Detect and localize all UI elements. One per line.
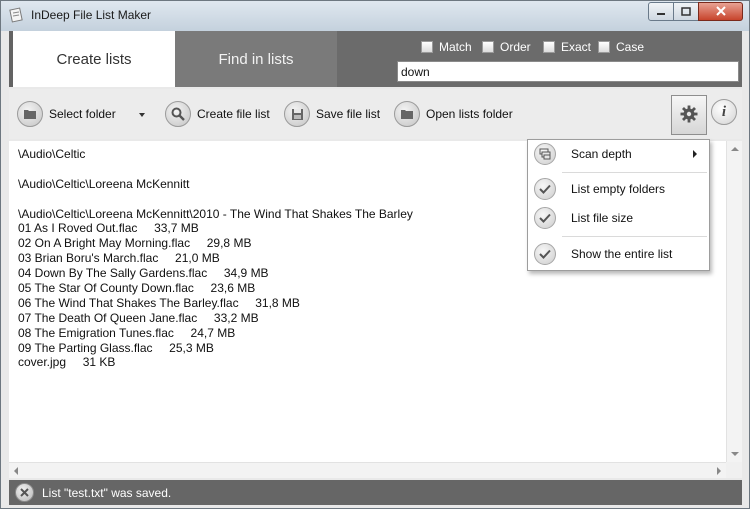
list-line: 06 The Wind That Shakes The Barley.flac … xyxy=(18,295,300,310)
horizontal-scrollbar[interactable] xyxy=(9,462,726,478)
title-bar[interactable]: InDeep File List Maker xyxy=(1,1,749,31)
maximize-button[interactable] xyxy=(673,2,699,21)
menu-separator xyxy=(562,236,707,237)
search-input[interactable] xyxy=(397,61,739,82)
info-icon: i xyxy=(721,103,727,120)
info-button[interactable]: i xyxy=(711,99,737,125)
menu-item-show-entire-list[interactable]: Show the entire list xyxy=(528,240,709,268)
list-empty-folders-label: List empty folders xyxy=(571,182,666,196)
list-line: cover.jpg 31 KB xyxy=(18,355,116,370)
scrollbar-corner xyxy=(726,462,742,478)
folder-icon xyxy=(17,101,43,127)
open-lists-folder-label: Open lists folder xyxy=(426,107,513,121)
list-line: 07 The Death Of Queen Jane.flac 33,2 MB xyxy=(18,310,259,325)
settings-button[interactable] xyxy=(671,95,707,135)
close-button[interactable] xyxy=(698,2,743,21)
match-label: Match xyxy=(439,40,472,54)
tab-create-lists[interactable]: Create lists xyxy=(13,31,175,87)
folder-open-icon xyxy=(394,101,420,127)
close-icon xyxy=(715,5,726,19)
minimize-button[interactable] xyxy=(648,2,674,21)
show-entire-list-label: Show the entire list xyxy=(571,247,673,261)
select-folder-label: Select folder xyxy=(49,107,116,121)
match-checkbox[interactable] xyxy=(421,41,433,53)
status-bar: List "test.txt" was saved. xyxy=(9,480,742,505)
select-folder-button[interactable]: Select folder xyxy=(17,100,116,128)
header-panel: Create lists Find in lists Match Order E… xyxy=(9,31,742,87)
check-icon xyxy=(534,178,556,200)
save-file-list-button[interactable]: Save file list xyxy=(284,100,380,128)
check-icon xyxy=(534,207,556,229)
menu-item-scan-depth[interactable]: Scan depth xyxy=(528,140,709,168)
create-file-list-label: Create file list xyxy=(197,107,270,121)
scan-depth-label: Scan depth xyxy=(571,147,632,161)
scroll-up-icon[interactable] xyxy=(731,147,739,151)
exact-checkbox[interactable] xyxy=(543,41,555,53)
layers-icon xyxy=(534,143,556,165)
dismiss-status-button[interactable] xyxy=(15,483,34,502)
toolbar: Select folder Create file list Save file… xyxy=(9,89,742,139)
list-line: 09 The Parting Glass.flac 25,3 MB xyxy=(18,340,214,355)
case-checkbox[interactable] xyxy=(598,41,610,53)
close-icon xyxy=(20,486,29,500)
chevron-down-icon[interactable] xyxy=(139,113,145,117)
app-window: InDeep File List Maker Create lists Find… xyxy=(0,0,750,509)
status-message: List "test.txt" was saved. xyxy=(42,486,172,500)
case-label: Case xyxy=(616,40,645,54)
gear-icon xyxy=(680,105,698,126)
list-line: 08 The Emigration Tunes.flac 24,7 MB xyxy=(18,325,236,340)
chevron-right-icon xyxy=(693,150,697,158)
window-title: InDeep File List Maker xyxy=(31,8,152,22)
order-label: Order xyxy=(500,40,531,54)
case-option[interactable]: Case xyxy=(598,40,644,54)
search-panel: Match Order Exact Case xyxy=(337,31,742,87)
app-logo-icon xyxy=(8,7,24,23)
settings-menu: Scan depth List empty folders List file … xyxy=(527,139,710,271)
save-icon xyxy=(284,101,310,127)
check-icon xyxy=(534,243,556,265)
minimize-icon xyxy=(656,5,666,19)
scroll-left-icon[interactable] xyxy=(14,467,18,475)
menu-item-list-empty-folders[interactable]: List empty folders xyxy=(528,175,709,203)
scroll-down-icon[interactable] xyxy=(731,452,739,456)
create-file-list-button[interactable]: Create file list xyxy=(165,100,270,128)
match-option[interactable]: Match xyxy=(421,40,472,54)
scroll-right-icon[interactable] xyxy=(717,467,721,475)
menu-separator xyxy=(562,172,707,173)
open-lists-folder-button[interactable]: Open lists folder xyxy=(394,100,513,128)
order-checkbox[interactable] xyxy=(482,41,494,53)
vertical-scrollbar[interactable] xyxy=(726,141,742,462)
exact-option[interactable]: Exact xyxy=(543,40,591,54)
exact-label: Exact xyxy=(561,40,592,54)
menu-item-list-file-size[interactable]: List file size xyxy=(528,204,709,232)
order-option[interactable]: Order xyxy=(482,40,531,54)
tab-find-in-lists[interactable]: Find in lists xyxy=(175,31,337,87)
save-file-list-label: Save file list xyxy=(316,107,381,121)
maximize-icon xyxy=(681,5,691,19)
list-line: 05 The Star Of County Down.flac 23,6 MB xyxy=(18,281,256,296)
magnifier-icon xyxy=(165,101,191,127)
list-file-size-label: List file size xyxy=(571,211,634,225)
